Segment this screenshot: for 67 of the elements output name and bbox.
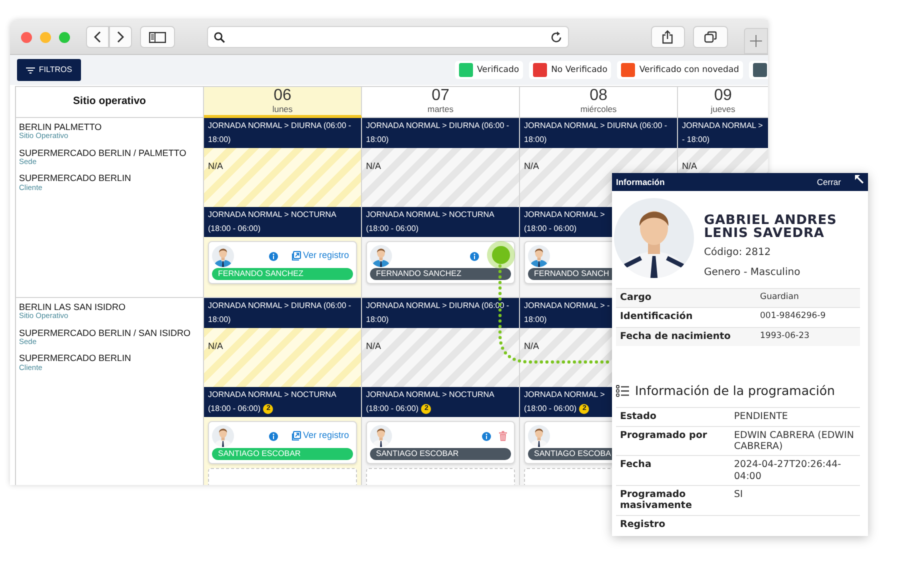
- day-header[interactable]: 06 lunes: [204, 86, 362, 118]
- filter-button[interactable]: FILTROS: [17, 59, 81, 81]
- field-value: 2024-04-27T20:26:44-04:00: [734, 459, 842, 482]
- not-applicable-text: N/A: [682, 161, 698, 171]
- shift-label: JORNADA NORMAL > NOCTURNA (18:00 - 06:00): [366, 209, 496, 235]
- guard-name-tag: FERNANDO SANCHEZ: [212, 268, 353, 280]
- shift-label: JORNADA NORMAL > - 18:00): [524, 300, 610, 326]
- not-applicable-text: N/A: [524, 161, 540, 171]
- assignment-card[interactable]: Ver registro SANTIAGO ESCOBAR: [208, 421, 357, 464]
- shift-label: JORNADA NORMAL > - 18:00): [682, 120, 764, 146]
- person-code: Código: 2812: [704, 246, 772, 260]
- weekday-label: martes: [426, 105, 454, 114]
- site-title: SUPERMERCADO BERLIN: [19, 353, 132, 364]
- not-applicable-text: N/A: [208, 161, 224, 171]
- not-applicable-text: N/A: [366, 161, 382, 171]
- weekday-label: lunes: [271, 105, 294, 114]
- field-value: SI: [734, 489, 743, 502]
- shift-label: JORNADA NORMAL > DIURNA (06:00 - 18:00): [208, 120, 352, 146]
- column-header: Sitio operativo: [73, 94, 146, 110]
- day-number: 06: [272, 88, 292, 104]
- guard-name-tag: SANTIAGO ESCOBAR: [212, 448, 353, 460]
- guard-name-tag: FERNANDO SANCHEZ: [370, 268, 511, 280]
- site-title: SUPERMERCADO BERLIN / PALMETTO: [19, 148, 188, 158]
- assignment-card[interactable]: SANTIAGO ESCOBAR: [366, 421, 515, 464]
- shift-label: JORNADA NORMAL > (18:00 - 06:00): [524, 209, 606, 235]
- section-heading: Información de la programación: [635, 382, 835, 400]
- day-number: 09: [713, 88, 733, 104]
- person-gender: Genero - Masculino: [704, 266, 802, 280]
- legend-label: Verificado con novedad: [639, 64, 739, 76]
- assignment-card[interactable]: Ver registro FERNANDO SANCHEZ: [208, 241, 357, 284]
- legend-label: Verificado: [476, 64, 520, 76]
- weekday-label: miércoles: [579, 105, 618, 114]
- person-name: GABRIEL ANDRES LENIS SAVEDRA: [704, 214, 838, 240]
- panel-title: Información: [616, 176, 665, 188]
- site-title: BERLIN LAS SAN ISIDRO: [19, 302, 127, 312]
- field-value: Guardian: [760, 291, 799, 304]
- field-label: Cargo: [620, 291, 652, 305]
- field-value: EDWIN CABRERA (EDWIN CABRERA): [734, 430, 855, 452]
- field-label: Registro: [620, 518, 666, 531]
- shift-label: JORNADA NORMAL > DIURNA (06:00 - 18:00): [208, 300, 352, 326]
- shift-label: JORNADA NORMAL > NOCTURNA (18:00 - 06:00): [208, 209, 338, 235]
- shift-label: JORNADA NORMAL > DIURNA (06:00 - 18:00): [366, 120, 510, 146]
- site-title: BERLIN PALMETTO: [19, 122, 103, 132]
- day-number: 07: [430, 88, 450, 104]
- field-value: PENDIENTE: [734, 410, 788, 422]
- not-applicable-text: N/A: [366, 341, 382, 351]
- field-value: 001-9846296-9: [760, 310, 826, 324]
- assignment-card[interactable]: FERNANDO SANCHEZ: [366, 241, 515, 284]
- not-applicable-text: N/A: [524, 341, 540, 351]
- site-title: SUPERMERCADO BERLIN / SAN ISIDRO: [19, 328, 192, 338]
- not-applicable-text: N/A: [208, 341, 224, 351]
- view-record-link[interactable]: Ver registro: [290, 429, 349, 443]
- guard-name-tag: SANTIAGO ESCOBAR: [370, 448, 511, 460]
- field-label: Programado masivamente: [620, 489, 693, 512]
- day-number: 08: [588, 88, 608, 104]
- legend-label: No Verificado: [551, 64, 608, 76]
- day-header[interactable]: 07 martes: [362, 86, 520, 118]
- site-title: SUPERMERCADO BERLIN: [19, 173, 132, 184]
- field-value: 1993-06-23: [760, 330, 810, 342]
- field-label: Fecha de nacimiento: [620, 330, 732, 344]
- field-label: Estado: [620, 410, 658, 422]
- close-link[interactable]: Cerrar: [816, 176, 841, 188]
- view-record-link[interactable]: Ver registro: [290, 249, 349, 263]
- day-header[interactable]: 08 miércoles: [520, 86, 678, 118]
- weekday-label: jueves: [710, 105, 736, 114]
- shift-label: JORNADA NORMAL > DIURNA (06:00 - 18:00): [524, 120, 668, 146]
- field-label: Identificación: [620, 310, 694, 324]
